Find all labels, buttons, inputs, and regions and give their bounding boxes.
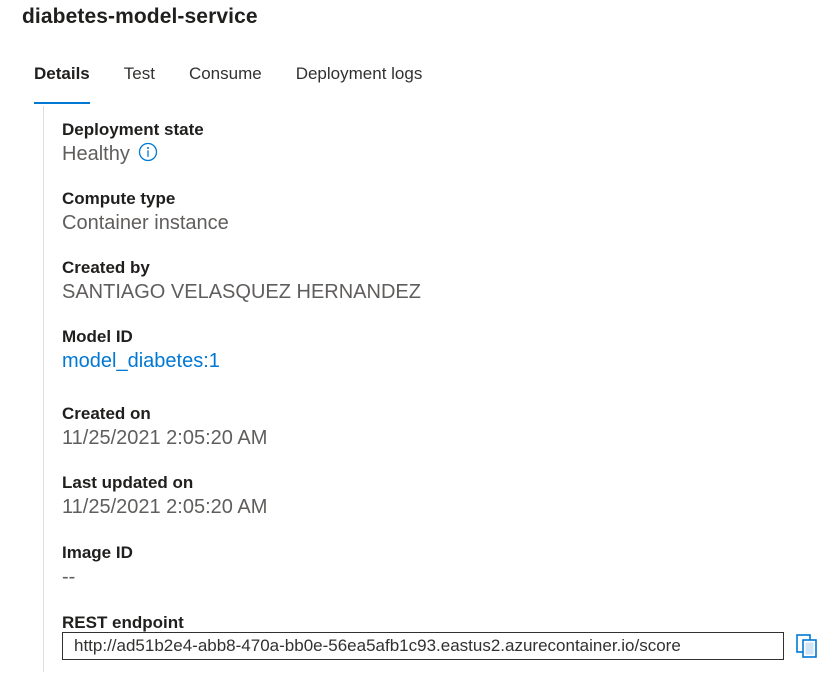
deployment-state-label: Deployment state (62, 120, 204, 139)
created-on-value: 11/25/2021 2:05:20 AM (62, 427, 268, 449)
deployment-details-page: diabetes-model-service Details Test Cons… (0, 0, 828, 677)
rest-endpoint-field-input[interactable]: http://ad51b2e4-abb8-470a-bb0e-56ea5afb1… (62, 632, 784, 660)
created-on-field: Created on 11/25/2021 2:05:20 AM (62, 404, 267, 452)
details-rail-divider (43, 106, 44, 672)
copy-icon[interactable] (795, 633, 819, 659)
created-by-field: Created by SANTIAGO VELASQUEZ HERNANDEZ (62, 258, 421, 306)
created-by-label: Created by (62, 258, 150, 277)
model-id-field: Model ID model_diabetes:1 (62, 327, 220, 375)
model-id-link[interactable]: model_diabetes:1 (62, 347, 220, 375)
created-by-value: SANTIAGO VELASQUEZ HERNANDEZ (62, 281, 421, 303)
created-on-label: Created on (62, 404, 151, 423)
image-id-label: Image ID (62, 543, 133, 562)
rest-endpoint-label: REST endpoint (62, 613, 184, 632)
info-icon[interactable] (138, 142, 158, 162)
compute-type-label: Compute type (62, 189, 176, 208)
last-updated-on-value: 11/25/2021 2:05:20 AM (62, 496, 268, 518)
compute-type-field: Compute type Container instance (62, 189, 229, 237)
image-id-field: Image ID -- (62, 543, 133, 591)
deployment-state-field: Deployment state Healthy (62, 120, 204, 168)
rest-endpoint-row: http://ad51b2e4-abb8-470a-bb0e-56ea5afb1… (62, 632, 819, 660)
tab-consume[interactable]: Consume (189, 62, 262, 104)
last-updated-on-label: Last updated on (62, 473, 194, 492)
last-updated-on-field: Last updated on 11/25/2021 2:05:20 AM (62, 473, 267, 521)
tab-test[interactable]: Test (124, 62, 155, 104)
compute-type-value: Container instance (62, 212, 229, 234)
tab-bar: Details Test Consume Deployment logs (34, 62, 456, 104)
rest-endpoint-field: REST endpoint (62, 613, 184, 633)
tab-details[interactable]: Details (34, 62, 90, 104)
tab-deployment-logs[interactable]: Deployment logs (296, 62, 423, 104)
image-id-value: -- (62, 566, 76, 588)
model-id-label: Model ID (62, 327, 133, 346)
deployment-state-value-row: Healthy (62, 140, 204, 168)
page-title: diabetes-model-service (22, 5, 258, 28)
deployment-state-value: Healthy (62, 143, 130, 165)
